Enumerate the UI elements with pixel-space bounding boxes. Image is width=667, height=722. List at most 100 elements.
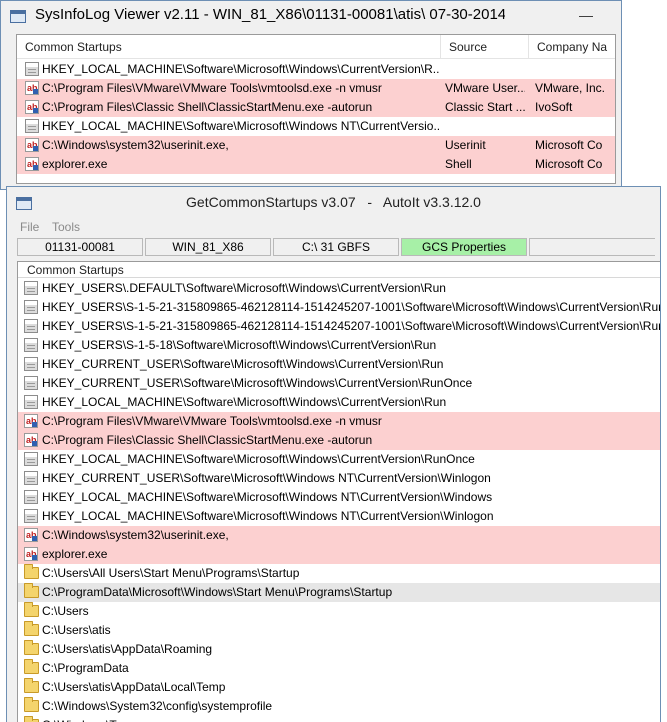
- table-row[interactable]: C:\Windows\Temp: [18, 716, 660, 722]
- table-row[interactable]: HKEY_CURRENT_USER\Software\Microsoft\Win…: [18, 355, 660, 374]
- list-header: Common Startups Source Company Na: [17, 35, 615, 59]
- startup-company: IvoSoft: [535, 100, 573, 114]
- status-segments: 01131-00081 WIN_81_X86 C:\ 31 GBFS GCS P…: [17, 238, 657, 257]
- startup-entry-text: HKEY_USERS\.DEFAULT\Software\Microsoft\W…: [42, 281, 446, 295]
- registry-key-icon: [24, 471, 38, 485]
- startup-entry-text: explorer.exe: [42, 547, 108, 561]
- startups-list-back[interactable]: Common Startups Source Company Na HKEY_L…: [16, 34, 616, 184]
- window-title: SysInfoLog Viewer v2.11 - WIN_81_X86\011…: [35, 6, 505, 23]
- startup-path: C:\Windows\system32\userinit.exe,: [42, 138, 229, 152]
- registry-key-icon: [24, 357, 38, 371]
- startup-source: Classic Start ...: [445, 100, 525, 114]
- startup-entry-text: C:\Users\atis\AppData\Local\Temp: [42, 680, 226, 694]
- table-row[interactable]: HKEY_USERS\.DEFAULT\Software\Microsoft\W…: [18, 279, 660, 298]
- column-header-company[interactable]: Company Na: [529, 35, 615, 59]
- table-row[interactable]: HKEY_USERS\S-1-5-18\Software\Microsoft\W…: [18, 336, 660, 355]
- segment-machine-id: 01131-00081: [17, 238, 143, 256]
- table-row[interactable]: HKEY_LOCAL_MACHINE\Software\Microsoft\Wi…: [18, 488, 660, 507]
- gcs-properties-button[interactable]: GCS Properties: [401, 238, 527, 256]
- registry-string-value-icon: ab: [24, 528, 38, 542]
- startup-path: C:\Program Files\VMware\VMware Tools\vmt…: [42, 81, 382, 95]
- table-row[interactable]: HKEY_LOCAL_MACHINE\Software\Microsoft\Wi…: [18, 507, 660, 526]
- table-row[interactable]: C:\ProgramData\Microsoft\Windows\Start M…: [18, 583, 660, 602]
- column-header-common-startups[interactable]: Common Startups: [18, 262, 660, 278]
- window-app-icon[interactable]: [10, 10, 26, 23]
- startup-entry-text: C:\Users\atis\AppData\Roaming: [42, 642, 213, 656]
- table-row[interactable]: ab C:\Program Files\Classic Shell\Classic…: [17, 98, 615, 117]
- registry-key-icon: [24, 319, 38, 333]
- table-row[interactable]: ab C:\Program Files\Classic Shell\Classic…: [18, 431, 660, 450]
- startup-entry-text: C:\Users\All Users\Start Menu\Programs\S…: [42, 566, 300, 580]
- startup-path: C:\Program Files\Classic Shell\ClassicSt…: [42, 100, 373, 114]
- startup-company: Microsoft Co: [535, 138, 603, 152]
- startup-entry-text: C:\Windows\system32\userinit.exe,: [42, 528, 229, 542]
- startup-company: [535, 60, 615, 79]
- getcommonstartups-titlebar[interactable]: GetCommonStartups v3.07 - AutoIt v3.3.12…: [7, 187, 660, 218]
- registry-key-icon: [24, 452, 38, 466]
- sysinfolog-viewer-window[interactable]: SysInfoLog Viewer v2.11 - WIN_81_X86\011…: [0, 0, 622, 190]
- registry-key-icon: [24, 509, 38, 523]
- startup-entry-text: C:\Program Files\VMware\VMware Tools\vmt…: [42, 414, 382, 428]
- registry-string-value-icon: ab: [25, 138, 39, 152]
- segment-os: WIN_81_X86: [145, 238, 271, 256]
- startup-entry-text: HKEY_USERS\S-1-5-21-315809865-462128114-…: [42, 300, 660, 314]
- folder-icon: [24, 564, 39, 579]
- startup-entry-text: HKEY_CURRENT_USER\Software\Microsoft\Win…: [42, 376, 473, 390]
- startup-company: VMware, Inc.: [535, 81, 606, 95]
- column-header-common-startups[interactable]: Common Startups: [17, 35, 441, 59]
- folder-icon: [24, 621, 39, 636]
- registry-string-value-icon: ab: [25, 157, 39, 171]
- startup-source: [445, 60, 525, 79]
- table-row[interactable]: C:\Users\atis\AppData\Local\Temp: [18, 678, 660, 697]
- table-row[interactable]: ab C:\Windows\system32\userinit.exe,: [18, 526, 660, 545]
- folder-icon: [24, 697, 39, 712]
- startup-path: HKEY_LOCAL_MACHINE\Software\Microsoft\Wi…: [42, 119, 439, 133]
- menu-file[interactable]: File: [20, 220, 39, 234]
- table-row[interactable]: HKEY_LOCAL_MACHINE\Software\Microsoft\Wi…: [18, 393, 660, 412]
- table-row[interactable]: HKEY_CURRENT_USER\Software\Microsoft\Win…: [18, 374, 660, 393]
- table-row[interactable]: HKEY_LOCAL_MACHINE\Software\Microsoft\Wi…: [17, 60, 615, 79]
- segment-empty: [529, 238, 655, 256]
- table-row[interactable]: ab C:\Program Files\VMware\VMware Tools\v…: [17, 79, 615, 98]
- menu-tools[interactable]: Tools: [52, 220, 80, 234]
- registry-key-icon: [24, 338, 38, 352]
- startup-entry-text: HKEY_USERS\S-1-5-21-315809865-462128114-…: [42, 319, 660, 333]
- column-header-source[interactable]: Source: [441, 35, 529, 59]
- startup-entry-text: C:\Users: [42, 604, 89, 618]
- startup-path: explorer.exe: [42, 157, 108, 171]
- table-row[interactable]: ab C:\Program Files\VMware\VMware Tools\v…: [18, 412, 660, 431]
- registry-key-icon: [24, 281, 38, 295]
- startup-entry-text: C:\Windows\System32\config\systemprofile: [42, 699, 273, 713]
- table-row[interactable]: C:\Users\atis\AppData\Roaming: [18, 640, 660, 659]
- menu-bar: File Tools: [7, 218, 660, 237]
- minimize-button[interactable]: —: [571, 5, 601, 25]
- table-row[interactable]: HKEY_USERS\S-1-5-21-315809865-462128114-…: [18, 317, 660, 336]
- folder-icon: [24, 583, 39, 598]
- registry-key-icon: [24, 300, 38, 314]
- sysinfolog-titlebar[interactable]: SysInfoLog Viewer v2.11 - WIN_81_X86\011…: [1, 1, 621, 32]
- registry-string-value-icon: ab: [24, 547, 38, 561]
- table-row[interactable]: HKEY_LOCAL_MACHINE\Software\Microsoft\Wi…: [17, 117, 615, 136]
- registry-string-value-icon: ab: [24, 414, 38, 428]
- table-row[interactable]: C:\Users\atis: [18, 621, 660, 640]
- startup-source: Shell: [445, 157, 472, 171]
- registry-key-icon: [24, 395, 38, 409]
- table-row[interactable]: ab C:\Windows\system32\userinit.exe, Useri…: [17, 136, 615, 155]
- startup-entry-text: HKEY_CURRENT_USER\Software\Microsoft\Win…: [42, 357, 444, 371]
- table-row[interactable]: C:\Users: [18, 602, 660, 621]
- registry-key-icon: [24, 490, 38, 504]
- table-row[interactable]: ab explorer.exe: [18, 545, 660, 564]
- startup-entry-text: HKEY_LOCAL_MACHINE\Software\Microsoft\Wi…: [42, 509, 494, 523]
- table-row[interactable]: C:\Windows\System32\config\systemprofile: [18, 697, 660, 716]
- window-title: GetCommonStartups v3.07 - AutoIt v3.3.12…: [186, 194, 481, 210]
- table-row[interactable]: HKEY_CURRENT_USER\Software\Microsoft\Win…: [18, 469, 660, 488]
- segment-disk-space: C:\ 31 GBFS: [273, 238, 399, 256]
- getcommonstartups-window[interactable]: GetCommonStartups v3.07 - AutoIt v3.3.12…: [6, 186, 661, 722]
- startup-company: [535, 117, 615, 136]
- table-row[interactable]: ab explorer.exe Shell Microsoft Co: [17, 155, 615, 174]
- table-row[interactable]: HKEY_LOCAL_MACHINE\Software\Microsoft\Wi…: [18, 450, 660, 469]
- table-row[interactable]: C:\ProgramData: [18, 659, 660, 678]
- table-row[interactable]: HKEY_USERS\S-1-5-21-315809865-462128114-…: [18, 298, 660, 317]
- table-row[interactable]: C:\Users\All Users\Start Menu\Programs\S…: [18, 564, 660, 583]
- startups-list-front[interactable]: Common Startups HKEY_USERS\.DEFAULT\Soft…: [17, 261, 660, 722]
